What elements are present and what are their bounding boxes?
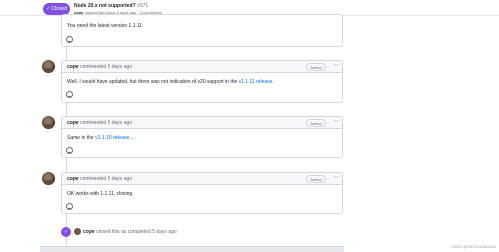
comment-timestamp[interactable]: commented 5 days ago bbox=[80, 176, 132, 182]
comment-author[interactable]: cope bbox=[67, 120, 79, 126]
avatar[interactable] bbox=[74, 228, 81, 235]
comment-text: Same in the bbox=[67, 135, 94, 141]
kebab-menu-icon[interactable]: ··· bbox=[334, 174, 339, 180]
add-reaction-icon[interactable] bbox=[66, 203, 73, 210]
comment-header: cope commented 5 days ago Author ··· bbox=[62, 61, 342, 73]
add-reaction-icon[interactable] bbox=[66, 91, 73, 98]
comment-text: Well, I would have updated, but there wa… bbox=[67, 79, 238, 85]
issue-title-text[interactable]: Node 20.x not supported? bbox=[74, 3, 136, 9]
closed-check-icon: ✓ bbox=[61, 227, 71, 237]
closed-check-icon: ✓ bbox=[46, 5, 51, 12]
author-badge: Author bbox=[306, 63, 326, 71]
comment-box: cope commented 5 days ago Author ··· Wel… bbox=[61, 60, 343, 103]
issue-number: #371 bbox=[137, 3, 149, 9]
comment-text: You need the latest version 1.1.11 bbox=[67, 23, 143, 29]
avatar[interactable] bbox=[42, 116, 55, 129]
bottom-divider bbox=[40, 246, 344, 252]
kebab-menu-icon[interactable]: ··· bbox=[334, 118, 339, 124]
comment-body: Same in the v1.1.10 release... bbox=[62, 129, 342, 141]
avatar[interactable] bbox=[42, 172, 55, 185]
add-reaction-icon[interactable] bbox=[66, 36, 73, 43]
comment-author[interactable]: cope bbox=[67, 64, 79, 70]
comment-text: OK works with 1.1.11, closing. bbox=[67, 191, 134, 197]
comment-body: OK works with 1.1.11, closing. bbox=[62, 185, 342, 197]
closed-event-author[interactable]: cope bbox=[83, 229, 95, 235]
watermark: CSDN @WEIGUANDIAN bbox=[450, 244, 496, 249]
comment-body: You need the latest version 1.1.11 bbox=[62, 15, 342, 29]
comment-body: Well, I would have updated, but there wa… bbox=[62, 73, 342, 85]
closed-event-description: closed this as completed 5 days ago bbox=[96, 229, 177, 235]
author-badge: Author bbox=[306, 175, 326, 183]
release-link[interactable]: v1.1.10 release bbox=[95, 135, 129, 141]
closed-event-text: cope closed this as completed 5 days ago bbox=[83, 229, 177, 235]
comment-box: You need the latest version 1.1.11 bbox=[61, 14, 343, 47]
comment-header: cope commented 5 days ago Author ··· bbox=[62, 117, 342, 129]
comment-box: cope commented 5 days ago Author ··· OK … bbox=[61, 172, 343, 214]
comment-box: cope commented 5 days ago Author ··· Sam… bbox=[61, 116, 343, 158]
comment-text-suffix: ... bbox=[129, 135, 134, 141]
author-badge: Author bbox=[306, 119, 326, 127]
comment-timestamp[interactable]: commented 5 days ago bbox=[80, 64, 132, 70]
comment-header: cope commented 5 days ago Author ··· bbox=[62, 173, 342, 185]
closed-event: ✓ cope closed this as completed 5 days a… bbox=[61, 227, 261, 237]
release-link[interactable]: v1.1.11 release. bbox=[239, 79, 274, 85]
add-reaction-icon[interactable] bbox=[66, 147, 73, 154]
comment-author[interactable]: cope bbox=[67, 176, 79, 182]
avatar[interactable] bbox=[42, 60, 55, 73]
state-label: Closed bbox=[51, 6, 67, 12]
kebab-menu-icon[interactable]: ··· bbox=[334, 62, 339, 68]
comment-timestamp[interactable]: commented 5 days ago bbox=[80, 120, 132, 126]
issue-title[interactable]: Node 20.x not supported? #371 bbox=[74, 3, 148, 9]
